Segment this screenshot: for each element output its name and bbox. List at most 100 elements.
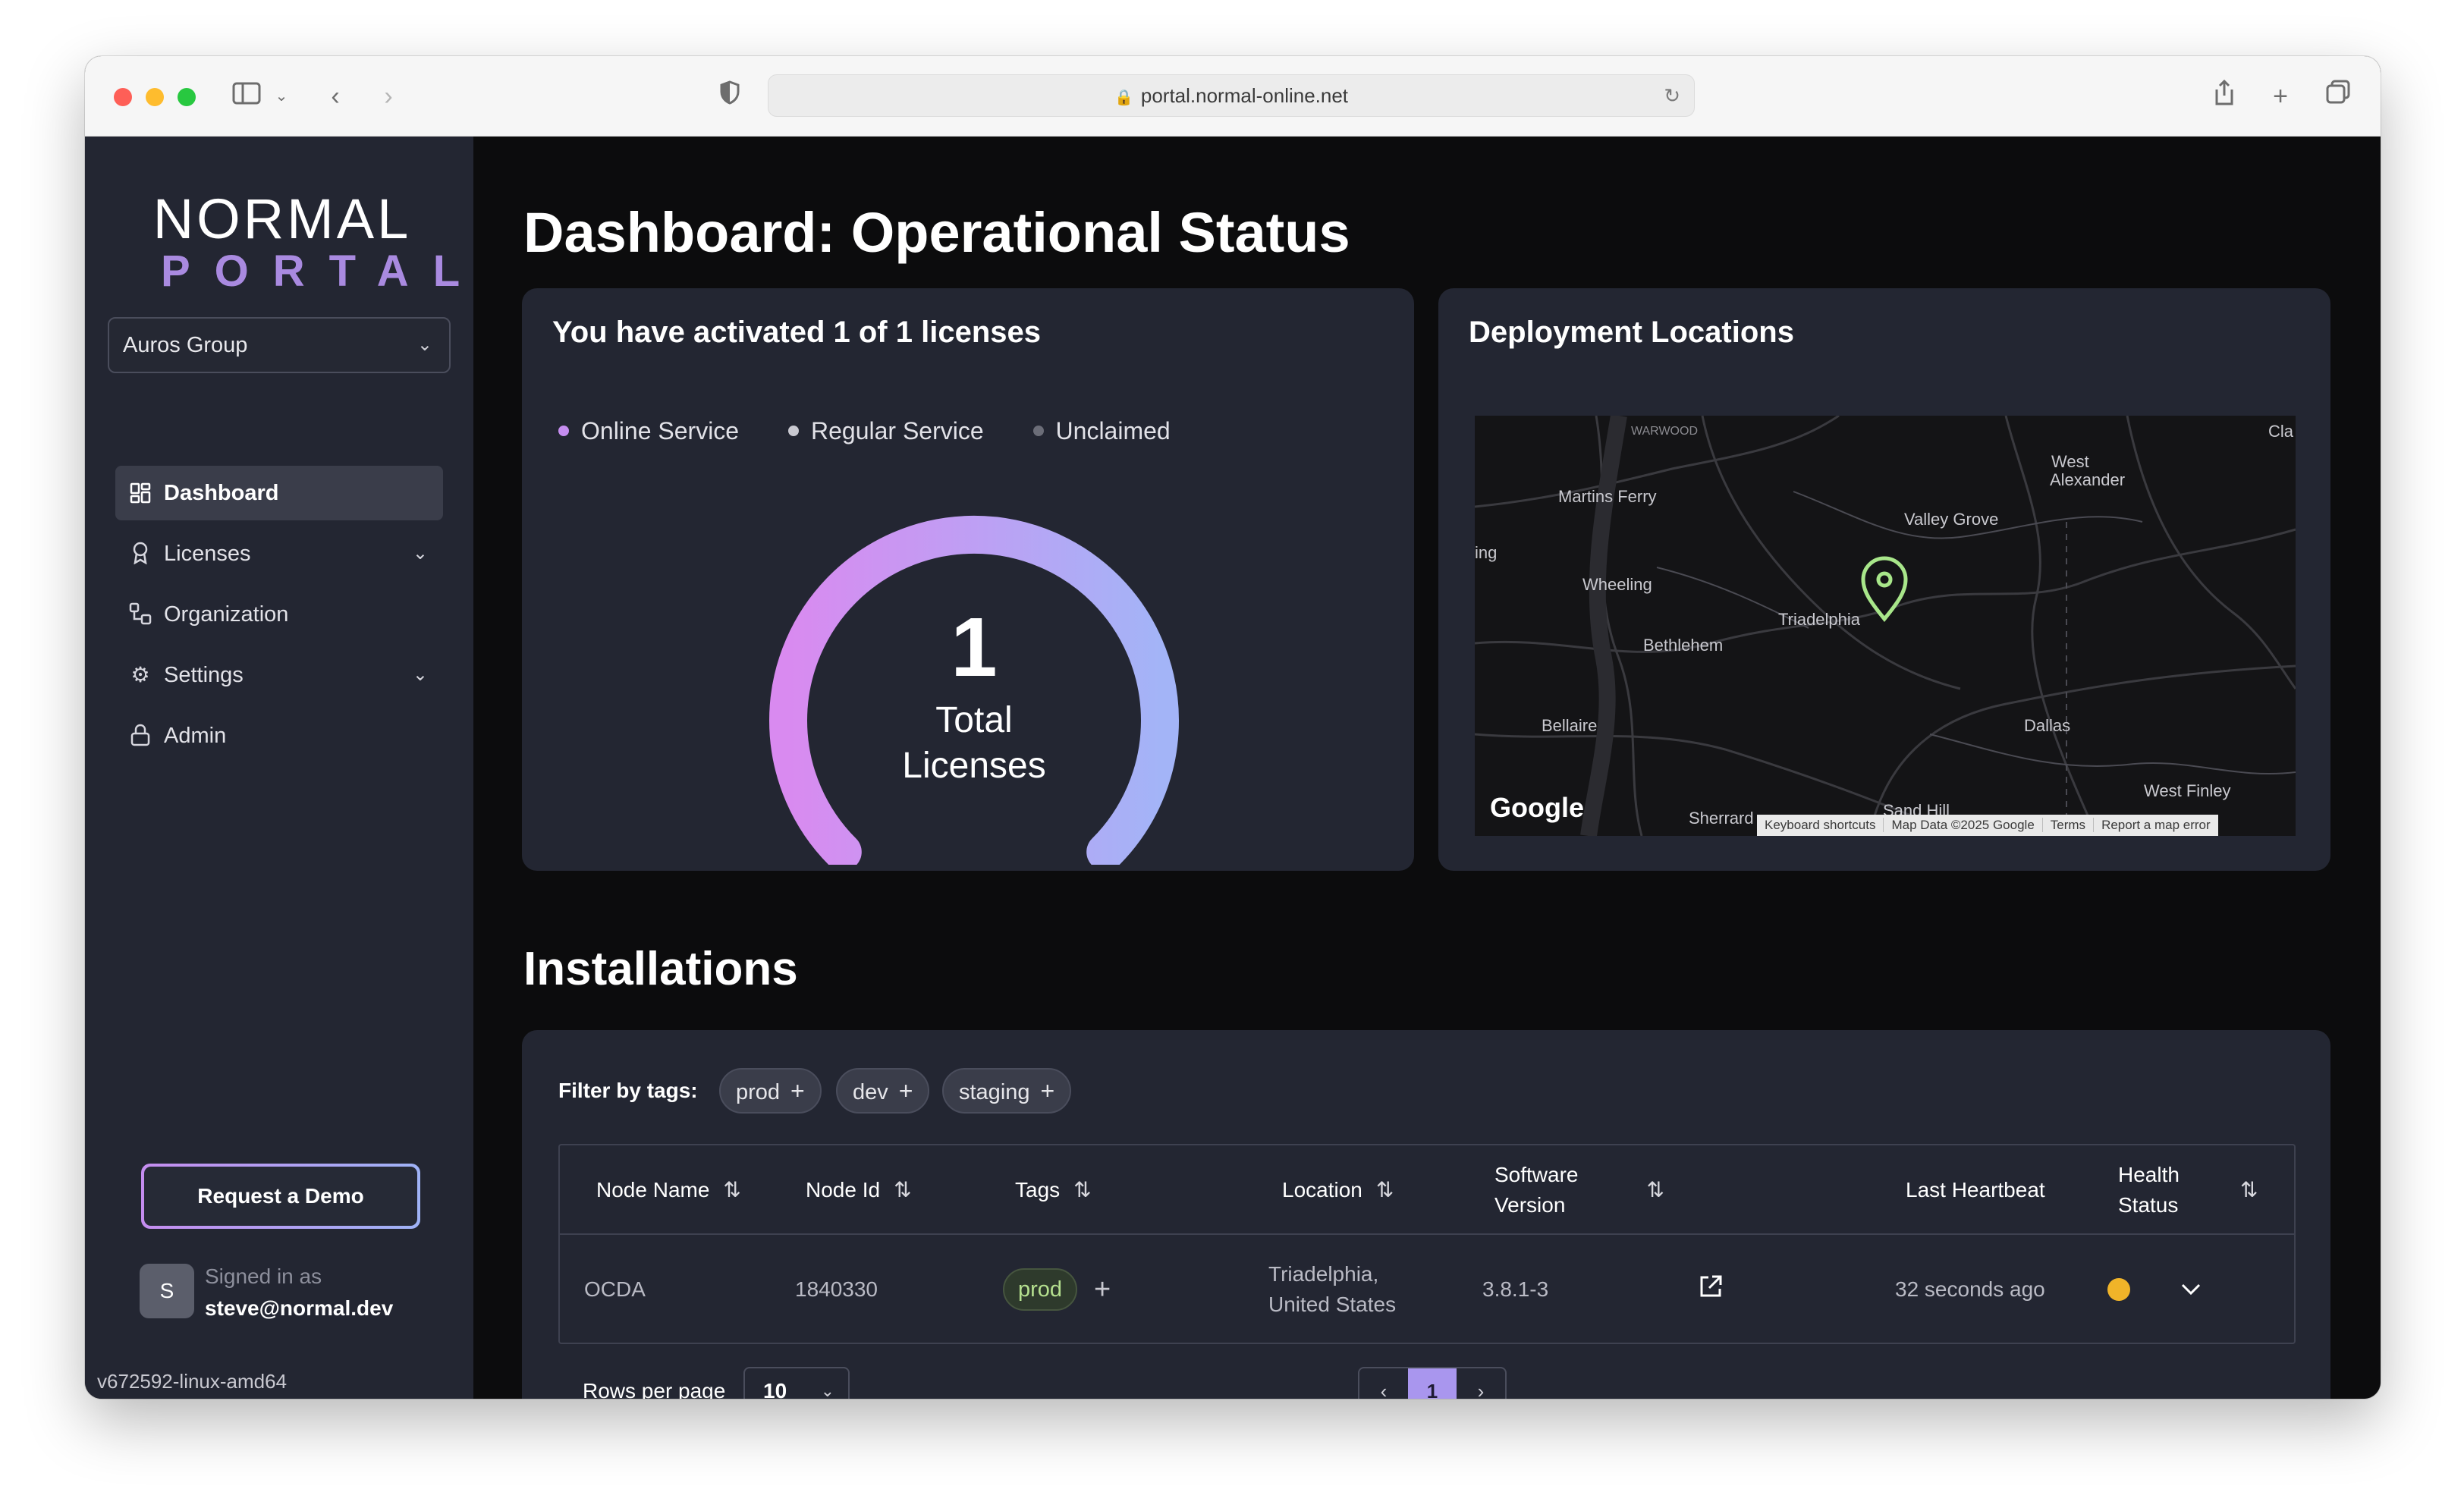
pagination: ‹ 1 › bbox=[1358, 1367, 1507, 1399]
previous-page-button[interactable]: ‹ bbox=[1359, 1368, 1408, 1399]
column-node-id[interactable]: Node Id ⇅ bbox=[806, 1145, 912, 1235]
normal-portal-logo[interactable]: NORMAL PORTAL bbox=[146, 191, 485, 296]
licenses-gauge: 1 Total Licenses bbox=[746, 485, 1202, 872]
sort-icon[interactable]: ⇅ bbox=[1073, 1175, 1091, 1205]
cell-last-heartbeat: 32 seconds ago bbox=[1895, 1277, 2045, 1301]
sidebar-item-admin[interactable]: Admin bbox=[115, 708, 443, 763]
back-icon[interactable]: ‹ bbox=[320, 79, 350, 114]
filter-tag-label: dev bbox=[853, 1080, 888, 1104]
plus-icon: + bbox=[790, 1077, 805, 1104]
lock-icon bbox=[127, 708, 153, 767]
report-map-error-link[interactable]: Report a map error bbox=[2094, 818, 2218, 832]
url-text: portal.normal-online.net bbox=[1140, 84, 1349, 107]
column-label-line1: Health bbox=[2118, 1163, 2180, 1186]
cell-node-name: OCDA bbox=[584, 1277, 646, 1301]
map-label: Valley Grove bbox=[1904, 510, 1999, 529]
sidebar-item-licenses[interactable]: Licenses ⌄ bbox=[115, 526, 443, 581]
column-health-status[interactable]: Health Status ⇅ bbox=[2118, 1145, 2258, 1235]
zoom-window-button[interactable] bbox=[178, 88, 196, 106]
forward-icon[interactable]: › bbox=[373, 79, 404, 114]
column-label-line2: Status bbox=[2118, 1193, 2179, 1217]
filter-tag-staging[interactable]: staging + bbox=[942, 1068, 1072, 1114]
sort-icon[interactable]: ⇅ bbox=[894, 1175, 911, 1205]
dashboard-grid-icon bbox=[127, 466, 153, 524]
map-label: West Finley bbox=[2144, 781, 2231, 800]
column-software-version[interactable]: Software Version ⇅ bbox=[1494, 1145, 1664, 1235]
add-tag-icon[interactable]: + bbox=[1094, 1274, 1111, 1305]
filter-tag-dev[interactable]: dev + bbox=[836, 1068, 930, 1114]
column-node-name[interactable]: Node Name ⇅ bbox=[596, 1145, 741, 1235]
close-window-button[interactable] bbox=[114, 88, 132, 106]
map-label: Wheeling bbox=[1582, 575, 1652, 594]
new-tab-icon[interactable]: + bbox=[2265, 79, 2296, 114]
chevron-down-icon: ⌄ bbox=[412, 543, 428, 564]
sidebar: NORMAL PORTAL Auros Group ⌄ Dashboard Li… bbox=[85, 137, 473, 1399]
health-status-dot bbox=[2107, 1278, 2130, 1301]
organization-select-value: Auros Group bbox=[123, 333, 248, 357]
filter-tag-label: prod bbox=[736, 1080, 781, 1104]
request-demo-button[interactable]: Request a Demo bbox=[141, 1164, 420, 1229]
share-icon[interactable] bbox=[2209, 79, 2239, 114]
installations-card: Filter by tags: prod + dev + staging + Node… bbox=[522, 1030, 2330, 1399]
tab-overview-icon[interactable] bbox=[2323, 79, 2353, 114]
tag-badge[interactable]: prod bbox=[1003, 1268, 1078, 1311]
user-email: steve@normal.dev bbox=[205, 1296, 394, 1320]
sidebar-item-label: Settings bbox=[164, 663, 244, 687]
legend-label: Unclaimed bbox=[1055, 417, 1171, 445]
sidebar-item-settings[interactable]: ⚙ Settings ⌄ bbox=[115, 648, 443, 702]
cell-location: Triadelphia, United States bbox=[1268, 1235, 1396, 1344]
external-link-icon[interactable] bbox=[1698, 1274, 1724, 1305]
minimize-window-button[interactable] bbox=[146, 88, 164, 106]
filter-tag-prod[interactable]: prod + bbox=[719, 1068, 822, 1114]
table-row[interactable]: OCDA 1840330 prod + Triadelphia, United S… bbox=[560, 1235, 2294, 1344]
legend-unclaimed[interactable]: Unclaimed bbox=[1032, 417, 1171, 445]
column-last-heartbeat[interactable]: Last Heartbeat bbox=[1906, 1145, 2045, 1235]
terms-link[interactable]: Terms bbox=[2042, 818, 2095, 832]
avatar[interactable]: S bbox=[140, 1264, 194, 1318]
browser-toolbar: ⌄ ‹ › 🔒 portal.normal-online.net ↻ + bbox=[85, 56, 2381, 137]
deployment-map[interactable]: WARWOOD Cla West Alexander Martins Ferry… bbox=[1475, 416, 2296, 836]
shield-icon[interactable] bbox=[715, 79, 745, 114]
location-pin-icon[interactable] bbox=[1861, 556, 1908, 622]
google-logo[interactable]: Google bbox=[1490, 792, 1584, 824]
page-button-current[interactable]: 1 bbox=[1408, 1368, 1457, 1399]
chevron-down-icon[interactable]: ⌄ bbox=[272, 79, 291, 114]
keyboard-shortcuts-link[interactable]: Keyboard shortcuts bbox=[1757, 818, 1884, 832]
map-attribution: Keyboard shortcuts Map Data ©2025 Google T… bbox=[1757, 815, 2218, 836]
installations-title: Installations bbox=[523, 943, 798, 995]
browser-window: ⌄ ‹ › 🔒 portal.normal-online.net ↻ + NORM… bbox=[85, 56, 2381, 1399]
sort-icon[interactable]: ⇅ bbox=[723, 1175, 740, 1205]
next-page-button[interactable]: › bbox=[1457, 1368, 1505, 1399]
rows-per-page-value: 10 bbox=[763, 1379, 787, 1399]
cell-node-id: 1840330 bbox=[795, 1277, 878, 1301]
column-label: Node Name bbox=[596, 1178, 710, 1202]
column-label: Software Version bbox=[1494, 1160, 1579, 1220]
column-tags[interactable]: Tags ⇅ bbox=[1015, 1145, 1092, 1235]
reload-icon[interactable]: ↻ bbox=[1664, 75, 1680, 116]
sort-icon[interactable]: ⇅ bbox=[1647, 1175, 1664, 1205]
sidebar-toggle-icon[interactable] bbox=[229, 79, 264, 114]
chevron-down-icon: ⌄ bbox=[820, 1381, 834, 1399]
rows-per-page-select[interactable]: 10 ⌄ bbox=[743, 1367, 850, 1399]
address-bar[interactable]: 🔒 portal.normal-online.net ↻ bbox=[768, 74, 1695, 117]
legend-regular-service[interactable]: Regular Service bbox=[787, 417, 984, 445]
sidebar-nav: Dashboard Licenses ⌄ Organization ⚙ Sett… bbox=[115, 466, 443, 769]
column-location[interactable]: Location ⇅ bbox=[1282, 1145, 1394, 1235]
page-title: Dashboard: Operational Status bbox=[523, 201, 1350, 264]
column-label: Location bbox=[1282, 1178, 1362, 1202]
sidebar-item-dashboard[interactable]: Dashboard bbox=[115, 466, 443, 520]
map-roads bbox=[1475, 416, 2296, 836]
sidebar-item-organization[interactable]: Organization bbox=[115, 587, 443, 642]
map-label: Triadelphia bbox=[1778, 610, 1861, 629]
map-label: Alexander bbox=[2050, 470, 2126, 489]
sort-icon[interactable]: ⇅ bbox=[1376, 1175, 1394, 1205]
map-label: Bethlehem bbox=[1643, 636, 1724, 655]
legend-online-service[interactable]: Online Service bbox=[558, 417, 739, 445]
column-label: Health Status bbox=[2118, 1160, 2180, 1220]
column-label: Last Heartbeat bbox=[1906, 1178, 2045, 1202]
sort-icon[interactable]: ⇅ bbox=[2240, 1175, 2258, 1205]
organization-select[interactable]: Auros Group ⌄ bbox=[108, 317, 451, 373]
expand-row-icon[interactable] bbox=[2180, 1274, 2202, 1305]
signed-in-label: Signed in as bbox=[205, 1264, 322, 1288]
logo-line2: PORTAL bbox=[161, 247, 485, 296]
